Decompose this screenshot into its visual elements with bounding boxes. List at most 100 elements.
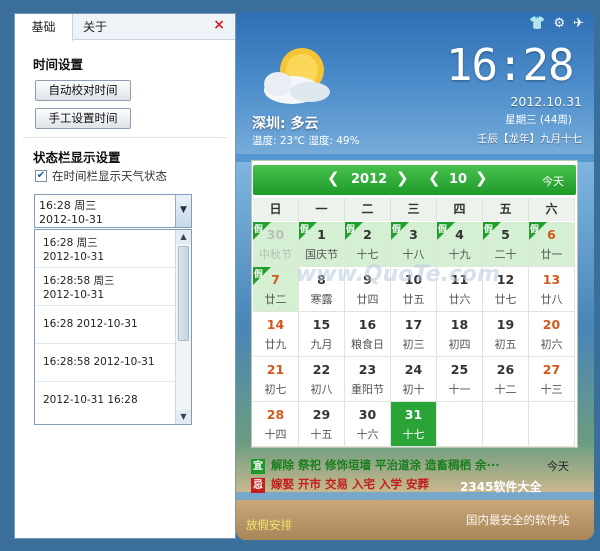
day-lunar: 廿九 (264, 338, 287, 351)
scroll-thumb[interactable] (178, 246, 189, 341)
close-icon[interactable]: × (213, 17, 225, 33)
dropdown-option[interactable]: 2012-10-31 16:28 (35, 382, 176, 424)
day-number: 19 (496, 317, 515, 332)
day-lunar: 十二 (494, 383, 517, 396)
time-settings-heading: 时间设置 (33, 57, 84, 72)
prev-year-icon[interactable]: ❮ (327, 169, 340, 187)
tab-basic[interactable]: 基础 (15, 14, 73, 41)
calendar-day[interactable]: 假 7 廿二 (253, 267, 299, 312)
calendar-day[interactable]: 30 十六 (345, 402, 391, 447)
dropdown-scrollbar[interactable]: ▲ ▼ (175, 230, 191, 424)
month-nav-bar: ❮ 2012 ❯ ❮ 10 ❯ 今天 (253, 165, 576, 195)
calendar-day[interactable]: 8 寒露 (299, 267, 345, 312)
almanac-today-label[interactable]: 今天 (547, 458, 569, 474)
day-lunar: 十七 (356, 248, 379, 261)
calendar-day[interactable]: 假 3 十八 (391, 222, 437, 267)
settings-panel: 基础 关于 × 时间设置 自动校对时间 手工设置时间 状态栏显示设置 ✔ 在时间… (14, 13, 236, 539)
gear-icon[interactable]: ⚙ (553, 16, 565, 31)
calendar-day[interactable]: 假 30 中秋节 (253, 222, 299, 267)
day-lunar: 粮食日 (351, 338, 384, 351)
weekday-label: 日 (253, 198, 299, 221)
tab-about[interactable]: 关于 (75, 14, 115, 40)
ji-row: 忌嫁娶 开市 交易 入宅 入学 安葬 (251, 476, 429, 493)
time-format-select[interactable]: 16:28 周三 2012-10-31 ▼ (34, 194, 192, 228)
calendar-day[interactable]: 24 初十 (391, 357, 437, 402)
calendar-day[interactable]: 13 廿八 (529, 267, 575, 312)
calendar-grid-panel: ❮ 2012 ❯ ❮ 10 ❯ 今天 日一二三四五六 假 30 中秋节假 1 国庆节假 2… (251, 160, 578, 448)
pin-icon[interactable]: ✈ (573, 16, 584, 31)
day-lunar: 十三 (540, 383, 563, 396)
scroll-up-icon[interactable]: ▲ (176, 230, 191, 244)
calendar-day[interactable]: 29 十五 (299, 402, 345, 447)
chevron-down-icon[interactable]: ▼ (175, 195, 191, 227)
day-lunar: 初三 (402, 338, 425, 351)
time-format-value-line1: 16:28 周三 (39, 199, 97, 212)
calendar-day[interactable]: 15 九月 (299, 312, 345, 357)
year-value[interactable]: 2012 (351, 172, 387, 187)
day-lunar: 十七 (402, 428, 425, 441)
ji-tag: 忌 (251, 478, 265, 493)
option-line1: 16:28 2012-10-31 (43, 318, 138, 330)
day-number: 4 (455, 227, 464, 242)
dropdown-option[interactable]: 16:28 2012-10-31 (35, 306, 176, 344)
day-lunar: 十四 (264, 428, 287, 441)
weekday-label: 二 (345, 198, 391, 221)
calendar-day[interactable]: 12 廿七 (483, 267, 529, 312)
calendar-day[interactable]: 20 初六 (529, 312, 575, 357)
calendar-day[interactable]: 10 廿五 (391, 267, 437, 312)
scroll-down-icon[interactable]: ▼ (176, 410, 191, 424)
calendar-day[interactable]: 11 廿六 (437, 267, 483, 312)
next-year-icon[interactable]: ❯ (396, 169, 409, 187)
day-lunar: 廿八 (540, 293, 563, 306)
calendar-day[interactable]: 26 十二 (483, 357, 529, 402)
calendar-day[interactable]: 27 十三 (529, 357, 575, 402)
day-number: 24 (404, 362, 423, 377)
day-number: 30 (358, 407, 377, 422)
calendar-day[interactable]: 16 粮食日 (345, 312, 391, 357)
calendar-day[interactable]: 25 十一 (437, 357, 483, 402)
auto-sync-time-button[interactable]: 自动校对时间 (35, 80, 131, 101)
yi-text: 解除 祭祀 修饰垣墙 平治道涂 造畜稠栖 余··· (271, 458, 500, 472)
holiday-schedule-link[interactable]: 放假安排 (246, 517, 292, 533)
month-value[interactable]: 10 (449, 172, 467, 187)
day-number: 21 (266, 362, 285, 377)
calendar-widget: 👕 ⚙ ✈ 16:28 2012.10.31 星期三 (44周) 壬辰【龙年】九… (236, 12, 594, 540)
day-number: 7 (271, 272, 280, 287)
calendar-day[interactable]: 22 初八 (299, 357, 345, 402)
show-weather-row[interactable]: ✔ 在时间栏显示天气状态 (35, 168, 167, 184)
day-number: 22 (312, 362, 331, 377)
day-lunar: 十九 (448, 248, 471, 261)
next-month-icon[interactable]: ❯ (475, 169, 488, 187)
day-lunar: 十八 (402, 248, 425, 261)
dropdown-option[interactable]: 16:28:58 周三 2012-10-31 (35, 268, 176, 306)
calendar-day[interactable]: 假 1 国庆节 (299, 222, 345, 267)
calendar-day[interactable]: 21 初七 (253, 357, 299, 402)
dropdown-option[interactable]: 16:28:58 2012-10-31 (35, 344, 176, 382)
prev-month-icon[interactable]: ❮ (428, 169, 441, 187)
shirt-icon[interactable]: 👕 (529, 16, 545, 31)
manual-set-time-button[interactable]: 手工设置时间 (35, 108, 131, 129)
calendar-day[interactable]: 假 4 十九 (437, 222, 483, 267)
calendar-day[interactable]: 9 廿四 (345, 267, 391, 312)
weather-city[interactable]: 深圳: 多云 (252, 113, 318, 133)
show-weather-checkbox[interactable]: ✔ (35, 170, 47, 182)
calendar-day[interactable]: 假 5 二十 (483, 222, 529, 267)
today-button[interactable]: 今天 (542, 173, 564, 189)
calendar-day[interactable]: 假 6 廿一 (529, 222, 575, 267)
day-number: 23 (358, 362, 377, 377)
calendar-day[interactable]: 17 初三 (391, 312, 437, 357)
day-number: 11 (450, 272, 469, 287)
calendar-day[interactable]: 19 初五 (483, 312, 529, 357)
calendar-day[interactable]: 28 十四 (253, 402, 299, 447)
day-number: 12 (496, 272, 515, 287)
calendar-day[interactable]: 18 初四 (437, 312, 483, 357)
calendar-day-today[interactable]: 31 十七 (391, 402, 437, 447)
calendar-day[interactable]: 假 2 十七 (345, 222, 391, 267)
day-number: 30 (266, 227, 285, 242)
calendar-day[interactable]: 23 重阳节 (345, 357, 391, 402)
time-format-value-line2: 2012-10-31 (39, 213, 103, 226)
day-number: 15 (312, 317, 331, 332)
divider (23, 137, 227, 138)
dropdown-option[interactable]: 16:28 周三 2012-10-31 (35, 230, 176, 268)
calendar-day[interactable]: 14 廿九 (253, 312, 299, 357)
